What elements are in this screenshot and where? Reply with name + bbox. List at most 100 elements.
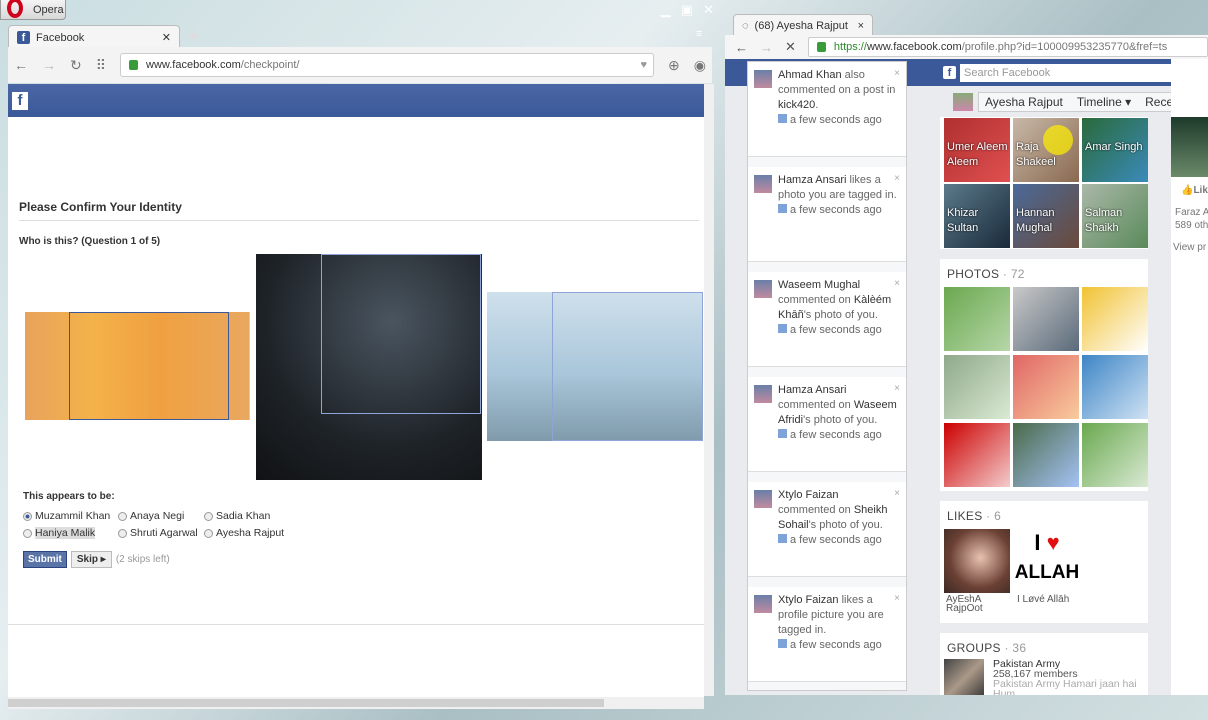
like-button[interactable]: 👍Like — [1171, 177, 1208, 196]
dismiss-icon[interactable]: × — [894, 171, 900, 186]
photo-thumbnail[interactable] — [1013, 423, 1079, 487]
back-icon[interactable]: ← — [14, 57, 28, 73]
toolbar: ← → ↻ ⠿ www.facebook.com/checkpoint/♥ ⊕ ◉ — [8, 47, 712, 83]
notification-item[interactable]: × Ahmad Khan also commented on a post in … — [748, 62, 906, 157]
address-bar[interactable]: www.facebook.com/checkpoint/♥ — [120, 53, 655, 77]
close-tab-icon[interactable]: × — [858, 20, 864, 32]
time-text: a few seconds ago — [790, 204, 882, 216]
dismiss-icon[interactable]: × — [894, 591, 900, 606]
forward-icon[interactable]: → — [760, 40, 773, 55]
opera-menu-button[interactable]: Opera — [0, 0, 66, 20]
friend-tile[interactable]: Hannan Mughal — [1013, 184, 1079, 248]
view-previous-link[interactable]: View pr — [1171, 232, 1208, 253]
photo-thumbnail[interactable] — [944, 423, 1010, 487]
facebook-logo-icon[interactable]: f — [12, 92, 28, 110]
minimize-icon[interactable]: ▁ — [661, 2, 671, 18]
close-tab-icon[interactable]: ✕ — [162, 31, 171, 44]
photo-thumbnail[interactable] — [1082, 355, 1148, 419]
notification-actor[interactable]: Hamza Ansari — [778, 384, 846, 396]
right-browser-window: ◌ (68) Ayesha Rajput × ← → ✕ https://www.fac… — [725, 0, 1208, 720]
friend-tile[interactable]: Umer Aleem Aleem — [944, 118, 1010, 182]
appears-label: This appears to be: — [23, 491, 115, 502]
friend-tile[interactable]: Salman Shaikh — [1082, 184, 1148, 248]
profile-name-link[interactable]: Ayesha Rajput — [985, 95, 1063, 109]
group-photo[interactable] — [944, 659, 984, 695]
photo-thumbnail[interactable] — [1082, 423, 1148, 487]
notification-actor[interactable]: Hamza Ansari — [778, 174, 846, 186]
tab-facebook[interactable]: f Facebook ✕ — [8, 25, 180, 49]
maximize-icon[interactable]: ▣ — [681, 2, 693, 18]
back-icon[interactable]: ← — [735, 40, 748, 55]
notification-body: commented on — [778, 504, 854, 516]
dismiss-icon[interactable]: × — [894, 276, 900, 291]
time-text: a few seconds ago — [790, 534, 882, 546]
horizontal-scrollbar[interactable] — [8, 697, 704, 709]
notification-item[interactable]: × Hamza Ansari likes a photo you are tagg… — [748, 167, 906, 262]
dismiss-icon[interactable]: × — [894, 66, 900, 81]
avatar — [754, 595, 772, 613]
avatar[interactable] — [953, 93, 973, 111]
notification-item[interactable]: × Xtylo Faizan commented on Sheikh Sohail… — [748, 482, 906, 577]
answer-option[interactable]: Anaya Negi — [118, 510, 204, 522]
speed-dial-icon[interactable]: ⠿ — [96, 57, 106, 74]
photo-thumbnail[interactable] — [1013, 355, 1079, 419]
notification-text: Hamza Ansari commented on Waseem Afridi'… — [778, 383, 898, 428]
notification-item[interactable]: × Waseem Mughal commented on Kàlèém Khāñ'… — [748, 272, 906, 367]
vertical-scrollbar[interactable] — [704, 84, 714, 696]
answer-option[interactable]: Ayesha Rajput — [204, 527, 304, 539]
photo-thumbnail[interactable] — [1082, 287, 1148, 351]
submit-button[interactable]: Submit — [23, 551, 67, 568]
skip-button[interactable]: Skip ▸ — [70, 551, 112, 568]
radio-button[interactable] — [118, 528, 127, 538]
photo-thumbnail[interactable] — [944, 355, 1010, 419]
like-page-name[interactable]: I Løvé Allāh — [1017, 595, 1077, 605]
menu-icon[interactable]: ≡ — [696, 28, 702, 40]
friend-tile[interactable]: Khizar Sultan — [944, 184, 1010, 248]
dismiss-icon[interactable]: × — [894, 381, 900, 396]
opera-logo-icon — [7, 0, 23, 18]
new-tab-icon[interactable]: ✚ — [188, 28, 200, 45]
divider — [8, 624, 704, 625]
answer-option[interactable]: Shruti Agarwal — [118, 527, 204, 539]
like-page-logo[interactable]: I ♥ ALLAH — [1014, 529, 1080, 593]
answer-option[interactable]: Muzammil Khan — [23, 510, 118, 522]
likes-heading[interactable]: LIKES · 6 — [940, 501, 1148, 531]
answer-option[interactable]: Sadia Khan — [204, 510, 304, 522]
download-icon[interactable]: ⊕ — [668, 57, 680, 74]
radio-button[interactable] — [118, 511, 127, 521]
facebook-logo-icon[interactable]: f — [943, 66, 956, 79]
tab-ayesha-rajput[interactable]: ◌ (68) Ayesha Rajput × — [733, 14, 873, 36]
photos-heading[interactable]: PHOTOS · 72 — [940, 259, 1148, 289]
timeline-dropdown[interactable]: Timeline ▾ — [1077, 95, 1131, 109]
notification-actor[interactable]: Xtylo Faizan — [778, 594, 839, 606]
address-bar[interactable]: https://www.facebook.com/profile.php?id=… — [807, 37, 1208, 57]
radio-button[interactable] — [204, 528, 213, 538]
radio-button[interactable] — [204, 511, 213, 521]
forward-icon[interactable]: → — [42, 57, 56, 73]
photo-thumbnail[interactable] — [1013, 287, 1079, 351]
notification-item[interactable]: × Hamza Ansari commented on Waseem Afridi… — [748, 377, 906, 472]
like-page-name[interactable]: AyEshA RajpOot — [946, 595, 1006, 614]
cursor-highlight — [1043, 125, 1073, 155]
heart-icon[interactable]: ♥ — [635, 59, 654, 71]
notification-item[interactable]: × Xtylo Faizan likes a profile picture yo… — [748, 587, 906, 682]
reload-icon[interactable]: ↻ — [70, 57, 82, 74]
notification-body: commented on — [778, 399, 854, 411]
photo-thumbnail[interactable] — [944, 287, 1010, 351]
notification-time: a few seconds ago — [778, 638, 898, 653]
friend-tile[interactable]: Amar Singh — [1082, 118, 1148, 182]
like-page-photo[interactable] — [944, 529, 1010, 593]
notification-actor[interactable]: Xtylo Faizan — [778, 489, 839, 501]
notification-actor[interactable]: Waseem Mughal — [778, 279, 860, 291]
facebook-favicon-icon: f — [17, 31, 30, 44]
close-icon[interactable]: ✕ — [703, 2, 714, 18]
radio-button[interactable] — [23, 528, 32, 538]
answer-option[interactable]: Haniya Malik — [23, 527, 118, 539]
radio-button[interactable] — [23, 511, 32, 521]
account-icon[interactable]: ◉ — [694, 57, 706, 74]
dismiss-icon[interactable]: × — [894, 486, 900, 501]
notification-actor[interactable]: Ahmad Khan — [778, 69, 842, 81]
notification-target[interactable]: kick420 — [778, 99, 815, 111]
stop-icon[interactable]: ✕ — [785, 39, 796, 55]
notification-type-icon — [778, 639, 787, 648]
